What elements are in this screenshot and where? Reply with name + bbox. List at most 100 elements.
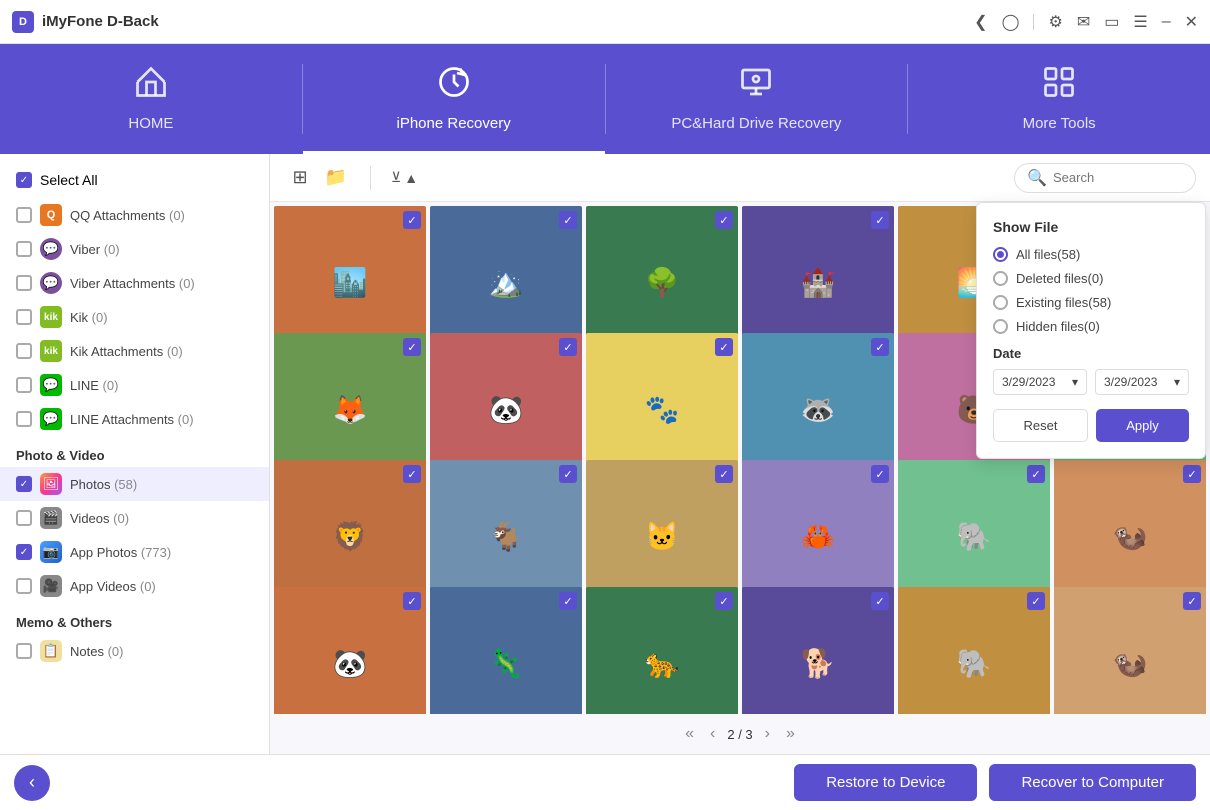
radio-deleted-files[interactable] xyxy=(993,271,1008,286)
sidebar-item-kik[interactable]: kik Kik (0) xyxy=(0,300,269,334)
notes-icon: 📋 xyxy=(40,640,62,662)
filter-icon: ⊻ xyxy=(391,169,401,186)
photo-checkbox[interactable]: ✓ xyxy=(403,211,421,229)
page-indicator: 2 / 3 xyxy=(727,727,752,742)
line-checkbox[interactable] xyxy=(16,377,32,393)
notes-checkbox[interactable] xyxy=(16,643,32,659)
back-button[interactable]: ‹ xyxy=(14,765,50,801)
nav-pc-recovery[interactable]: PC&Hard Drive Recovery xyxy=(606,44,908,154)
first-page-button[interactable]: « xyxy=(681,723,698,745)
pc-recovery-icon xyxy=(738,64,774,107)
photos-label: Photos (58) xyxy=(70,477,137,492)
filter-button[interactable]: ⊻ ▲ xyxy=(385,165,424,190)
photos-checkbox[interactable]: ✓ xyxy=(16,476,32,492)
kik-attachments-checkbox[interactable] xyxy=(16,343,32,359)
sidebar-item-notes[interactable]: 📋 Notes (0) xyxy=(0,634,269,668)
photo-checkbox[interactable]: ✓ xyxy=(871,211,889,229)
sidebar-item-app-videos[interactable]: 🎥 App Videos (0) xyxy=(0,569,269,603)
reset-button[interactable]: Reset xyxy=(993,409,1088,442)
share-icon[interactable]: ❮ xyxy=(974,12,987,32)
photo-checkbox[interactable]: ✓ xyxy=(403,338,421,356)
photo-checkbox[interactable]: ✓ xyxy=(871,592,889,610)
photo-checkbox[interactable]: ✓ xyxy=(1027,465,1045,483)
filter-deleted-files[interactable]: Deleted files(0) xyxy=(993,271,1189,286)
nav-iphone-recovery[interactable]: iPhone Recovery xyxy=(303,44,605,154)
photo-checkbox[interactable]: ✓ xyxy=(715,211,733,229)
photo-checkbox[interactable]: ✓ xyxy=(559,465,577,483)
nav-more-tools[interactable]: More Tools xyxy=(908,44,1210,154)
restore-to-device-button[interactable]: Restore to Device xyxy=(794,764,977,801)
chat-icon[interactable]: ▭ xyxy=(1104,12,1119,32)
search-input[interactable] xyxy=(1053,170,1183,185)
photo-checkbox[interactable]: ✓ xyxy=(559,338,577,356)
sidebar-item-line[interactable]: 💬 LINE (0) xyxy=(0,368,269,402)
sidebar-item-app-photos[interactable]: ✓ 📷 App Photos (773) xyxy=(0,535,269,569)
date-label: Date xyxy=(993,346,1189,361)
date-from-select[interactable]: 3/29/2023 ▾ xyxy=(993,369,1087,395)
last-page-button[interactable]: » xyxy=(782,723,799,745)
user-icon[interactable]: ◯ xyxy=(1002,12,1020,32)
kik-checkbox[interactable] xyxy=(16,309,32,325)
nav-more-tools-label: More Tools xyxy=(1023,115,1096,132)
nav-home[interactable]: HOME xyxy=(0,44,302,154)
close-button[interactable]: ✕ xyxy=(1185,12,1198,32)
minimize-button[interactable]: – xyxy=(1162,13,1171,31)
select-all-row[interactable]: ✓ Select All xyxy=(0,164,269,198)
sidebar-item-line-attachments[interactable]: 💬 LINE Attachments (0) xyxy=(0,402,269,436)
photo-cell[interactable]: 🐘✓ xyxy=(898,587,1050,714)
qq-attachments-checkbox[interactable] xyxy=(16,207,32,223)
filter-existing-files[interactable]: Existing files(58) xyxy=(993,295,1189,310)
next-page-button[interactable]: › xyxy=(761,723,774,745)
viber-attachments-checkbox[interactable] xyxy=(16,275,32,291)
filter-hidden-files[interactable]: Hidden files(0) xyxy=(993,319,1189,334)
radio-existing-files[interactable] xyxy=(993,295,1008,310)
select-all-checkbox[interactable]: ✓ xyxy=(16,172,32,188)
settings-icon[interactable]: ⚙ xyxy=(1048,12,1062,32)
mail-icon[interactable]: ✉ xyxy=(1077,12,1090,32)
viber-checkbox[interactable] xyxy=(16,241,32,257)
menu-icon[interactable]: ☰ xyxy=(1133,12,1147,32)
sidebar-item-viber[interactable]: 💬 Viber (0) xyxy=(0,232,269,266)
grid-view-button[interactable]: ⊞ xyxy=(284,162,316,194)
line-attachments-checkbox[interactable] xyxy=(16,411,32,427)
app-photos-checkbox[interactable]: ✓ xyxy=(16,544,32,560)
videos-checkbox[interactable] xyxy=(16,510,32,526)
photo-checkbox[interactable]: ✓ xyxy=(403,465,421,483)
photo-cell[interactable]: 🦦✓ xyxy=(1054,587,1206,714)
photo-cell[interactable]: 🐕✓ xyxy=(742,587,894,714)
pagination: « ‹ 2 / 3 › » xyxy=(270,714,1210,754)
folder-view-button[interactable]: 📁 xyxy=(320,162,352,194)
sidebar-item-videos[interactable]: 🎬 Videos (0) xyxy=(0,501,269,535)
photo-checkbox[interactable]: ✓ xyxy=(1027,592,1045,610)
photo-checkbox[interactable]: ✓ xyxy=(871,338,889,356)
photo-checkbox[interactable]: ✓ xyxy=(1183,465,1201,483)
apply-button[interactable]: Apply xyxy=(1096,409,1189,442)
photo-cell[interactable]: 🐆✓ xyxy=(586,587,738,714)
app-videos-checkbox[interactable] xyxy=(16,578,32,594)
photo-checkbox[interactable]: ✓ xyxy=(715,592,733,610)
videos-icon: 🎬 xyxy=(40,507,62,529)
photo-checkbox[interactable]: ✓ xyxy=(871,465,889,483)
photos-icon: 🖼 xyxy=(40,473,62,495)
kik-icon: kik xyxy=(40,306,62,328)
prev-page-button[interactable]: ‹ xyxy=(706,723,719,745)
photo-checkbox[interactable]: ✓ xyxy=(715,338,733,356)
photo-checkbox[interactable]: ✓ xyxy=(559,592,577,610)
photo-cell[interactable]: 🦎✓ xyxy=(430,587,582,714)
date-to-select[interactable]: 3/29/2023 ▾ xyxy=(1095,369,1189,395)
sidebar-item-kik-attachments[interactable]: kik Kik Attachments (0) xyxy=(0,334,269,368)
photo-checkbox[interactable]: ✓ xyxy=(403,592,421,610)
sidebar-item-qq-attachments[interactable]: Q QQ Attachments (0) xyxy=(0,198,269,232)
radio-hidden-files[interactable] xyxy=(993,319,1008,334)
qq-attachments-label: QQ Attachments (0) xyxy=(70,208,185,223)
radio-all-files[interactable] xyxy=(993,247,1008,262)
photo-checkbox[interactable]: ✓ xyxy=(559,211,577,229)
sidebar-item-photos[interactable]: ✓ 🖼 Photos (58) xyxy=(0,467,269,501)
filter-all-files[interactable]: All files(58) xyxy=(993,247,1189,262)
photo-checkbox[interactable]: ✓ xyxy=(715,465,733,483)
photo-cell[interactable]: 🐼✓ xyxy=(274,587,426,714)
sidebar-item-viber-attachments[interactable]: 💬 Viber Attachments (0) xyxy=(0,266,269,300)
date-section: Date 3/29/2023 ▾ 3/29/2023 ▾ xyxy=(993,346,1189,395)
photo-checkbox[interactable]: ✓ xyxy=(1183,592,1201,610)
recover-to-computer-button[interactable]: Recover to Computer xyxy=(989,764,1196,801)
